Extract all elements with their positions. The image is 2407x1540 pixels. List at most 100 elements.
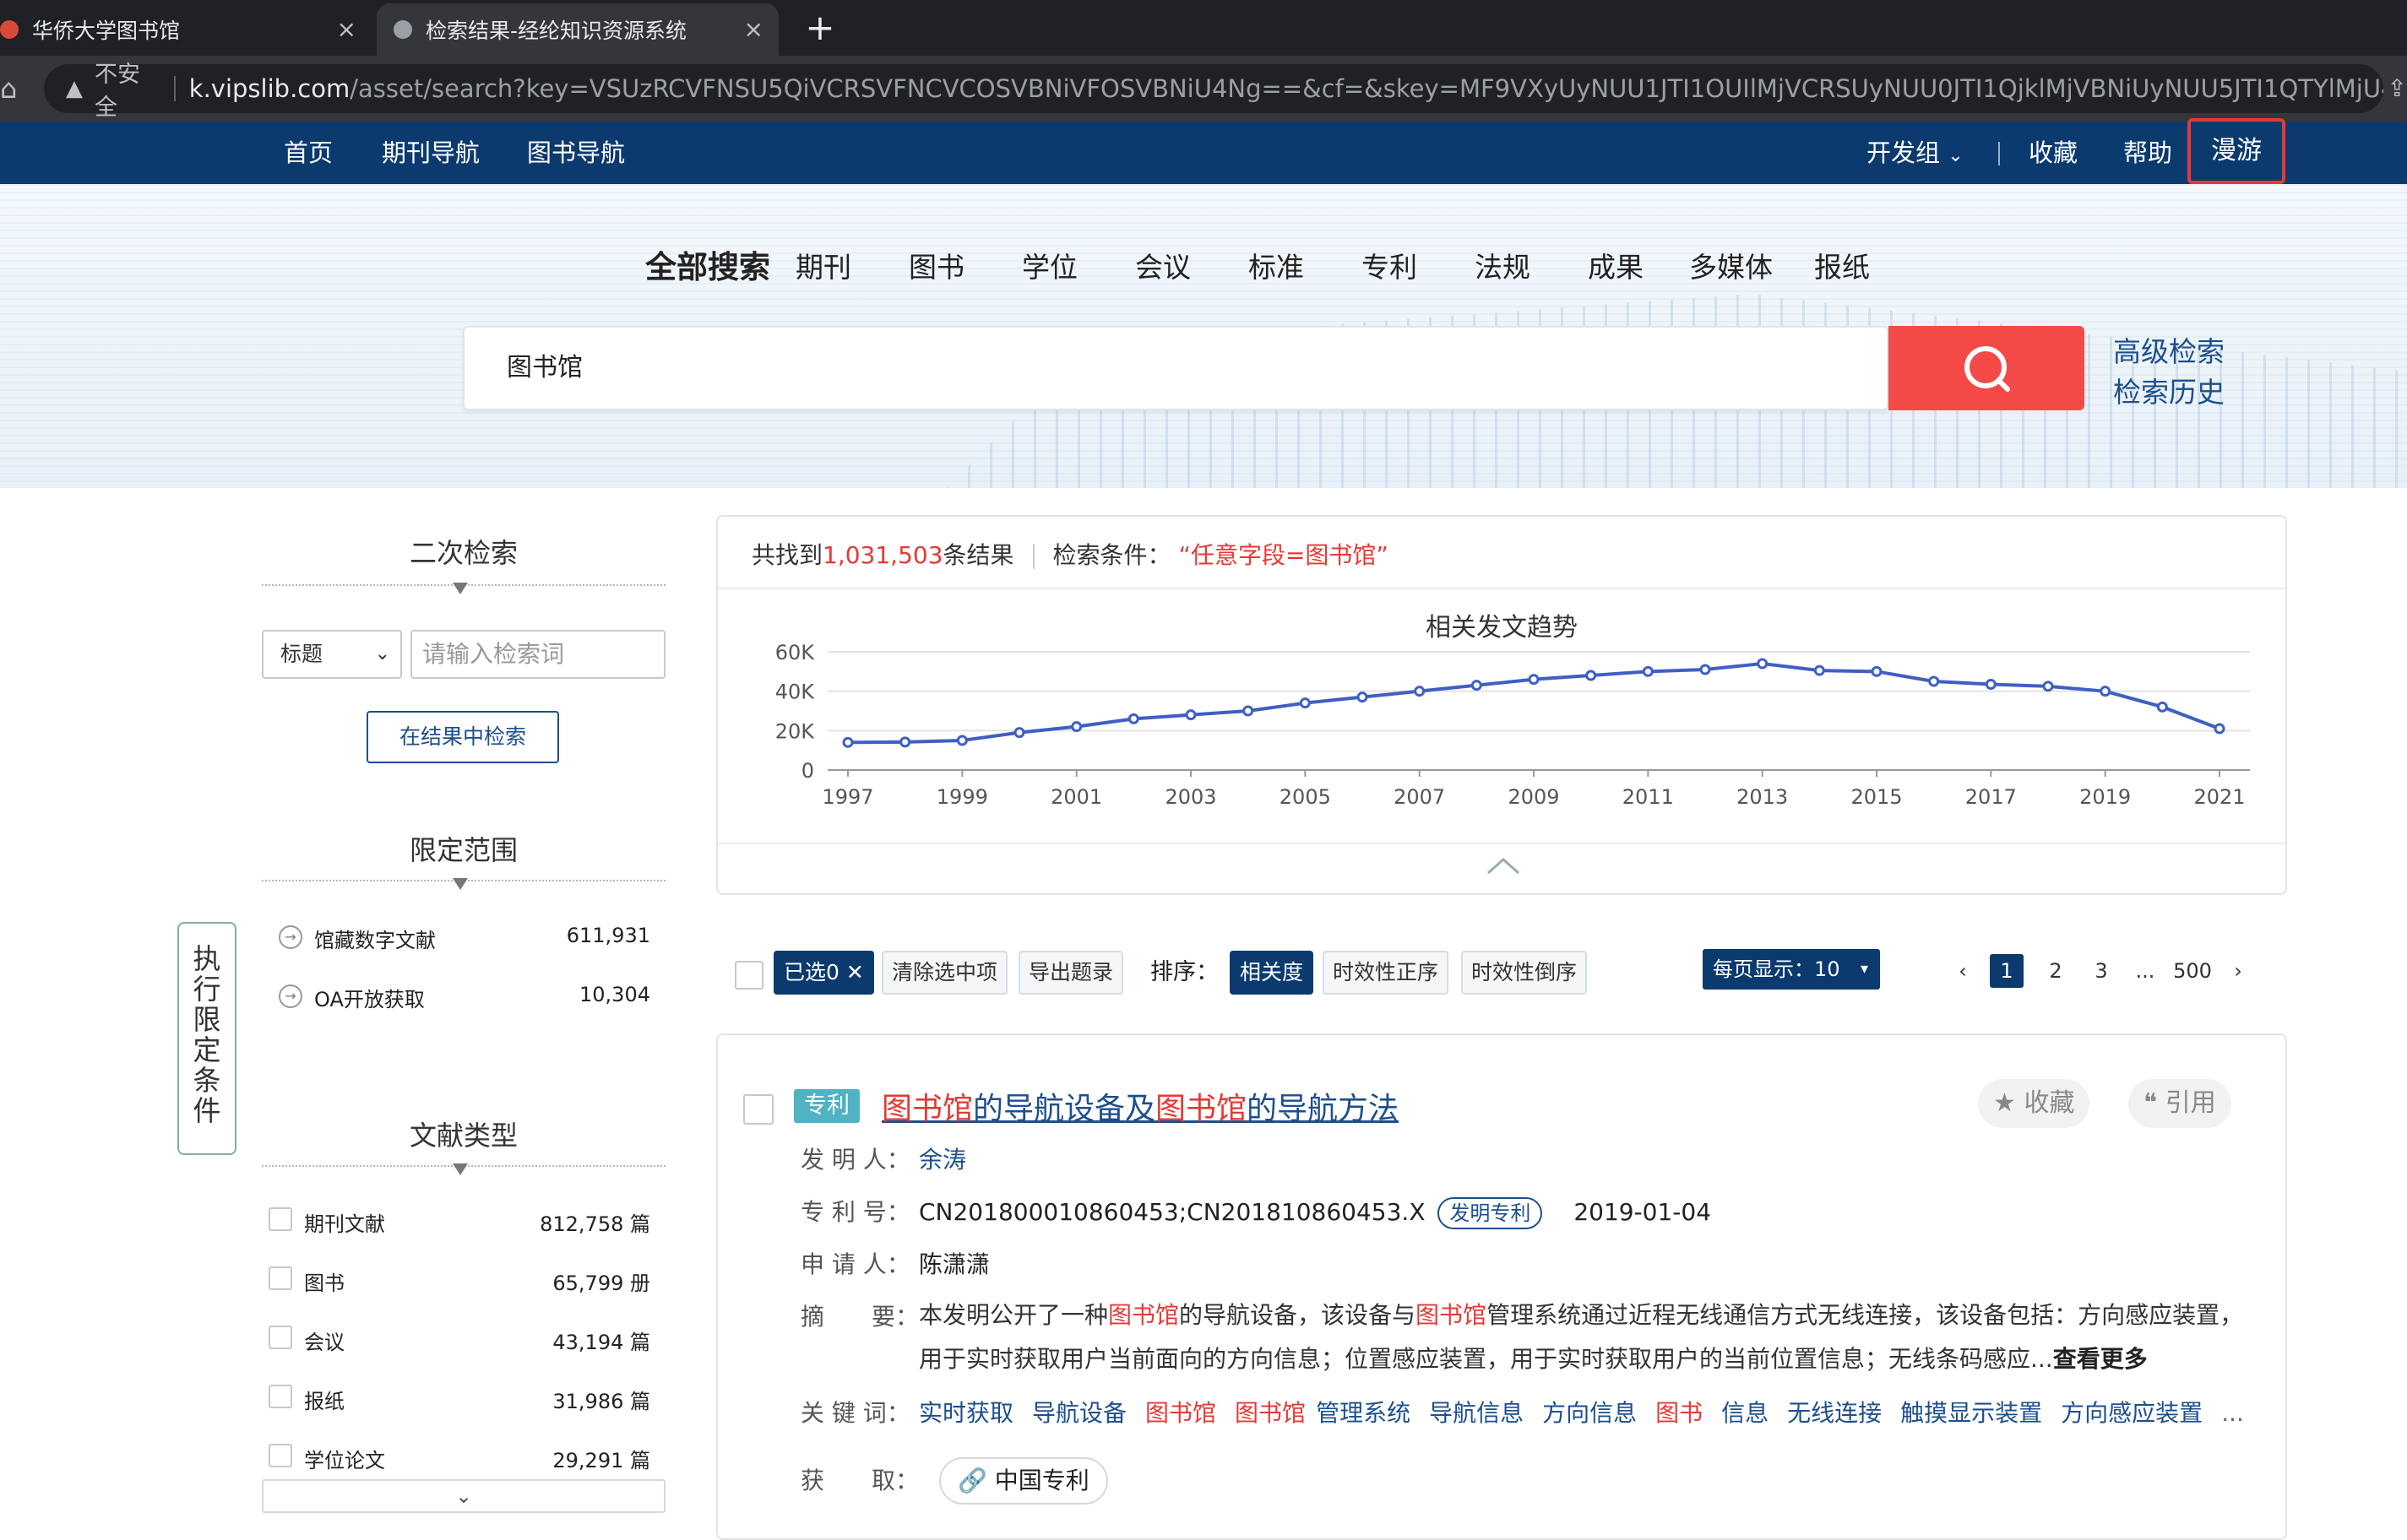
keyword-link[interactable]: 实时获取	[919, 1399, 1013, 1427]
sort-date-desc[interactable]: 时效性倒序	[1461, 951, 1588, 995]
nav-home[interactable]: 首页	[284, 122, 333, 184]
keyword-link[interactable]: 导航信息	[1429, 1399, 1524, 1427]
keyword-link[interactable]: 导航设备	[1032, 1399, 1127, 1427]
next-page[interactable]: ›	[2228, 954, 2248, 988]
keyword-link[interactable]: 信息	[1721, 1399, 1769, 1427]
found-count: 1,031,503	[823, 541, 943, 569]
search-tab-achievement[interactable]: 成果	[1588, 245, 1644, 285]
inventor-link[interactable]: 余涛	[919, 1146, 966, 1174]
search-input[interactable]: 图书馆	[463, 326, 1888, 410]
range-count: 10,304	[579, 983, 650, 1006]
keyword-link[interactable]: 图书馆	[1145, 1399, 1216, 1427]
keyword-link[interactable]: 触摸显示装置	[1900, 1399, 2042, 1427]
cite-button[interactable]: ❝ 引用	[2128, 1079, 2231, 1128]
keyword-link[interactable]: 方向感应装置	[2061, 1399, 2203, 1427]
page-1[interactable]: 1	[1990, 954, 2024, 988]
search-history-link[interactable]: 检索历史	[2113, 370, 2225, 410]
nav-roam[interactable]: 漫游	[2187, 118, 2285, 184]
search-button[interactable]	[1888, 326, 2084, 410]
search-query[interactable]: 图书馆	[507, 328, 583, 409]
search-tab-all[interactable]: 全部搜索	[645, 241, 770, 287]
search-tab-degree[interactable]: 学位	[1022, 245, 1078, 285]
keyword-link[interactable]: 无线连接	[1787, 1399, 1882, 1427]
nav-help[interactable]: 帮助	[2123, 122, 2172, 184]
type-item-newspaper[interactable]: 报纸 31,986 篇	[269, 1381, 650, 1415]
divider	[718, 588, 2285, 589]
link-icon: 🔗	[958, 1467, 987, 1494]
insecure-label[interactable]: 不安全	[95, 56, 160, 122]
range-item-oa[interactable]: → OA开放获取 10,304	[279, 979, 650, 1013]
type-item-book[interactable]: 图书 65,799 册	[269, 1263, 650, 1297]
obtain-link[interactable]: 🔗 中国专利	[939, 1457, 1108, 1505]
search-tab-conference[interactable]: 会议	[1135, 245, 1191, 285]
type-item-conference[interactable]: 会议 43,194 篇	[269, 1322, 650, 1356]
checkbox[interactable]	[269, 1444, 292, 1467]
checkbox[interactable]	[269, 1326, 292, 1349]
range-item-library[interactable]: → 馆藏数字文献 611,931	[279, 920, 650, 954]
omnibox[interactable]: ▲ 不安全 k.vipslib.com/asset/search?key=VSU…	[44, 62, 2383, 121]
view-more-link[interactable]: 查看更多	[2053, 1345, 2148, 1373]
search-tab-journal[interactable]: 期刊	[796, 245, 851, 285]
abstract-text: 本发明公开了一种图书馆的导航设备，该设备与图书馆管理系统通过近程无线通信方式无线…	[919, 1293, 2253, 1381]
sort-date-asc[interactable]: 时效性正序	[1323, 951, 1449, 995]
keyword-link[interactable]: 方向信息	[1542, 1399, 1637, 1427]
favorite-button[interactable]: ★ 收藏	[1978, 1079, 2090, 1128]
selected-count-button[interactable]: 已选0 ✕	[774, 951, 874, 995]
result-title[interactable]: 图书馆的导航设备及图书馆的导航方法	[882, 1084, 1399, 1128]
nav-journal[interactable]: 期刊导航	[382, 122, 480, 184]
prev-page[interactable]: ‹	[1953, 954, 1973, 988]
page-2[interactable]: 2	[2040, 954, 2071, 988]
search-tab-law[interactable]: 法规	[1475, 245, 1530, 285]
new-tab-button[interactable]: +	[799, 7, 841, 49]
export-button[interactable]: 导出题录	[1019, 951, 1124, 995]
x-tick-label: 1999	[937, 785, 988, 809]
keyword-link[interactable]: 图书馆	[1235, 1399, 1306, 1427]
search-tab-patent[interactable]: 专利	[1361, 245, 1417, 285]
close-icon[interactable]: ×	[744, 15, 763, 43]
nav-books[interactable]: 图书导航	[527, 122, 625, 184]
type-item-journal[interactable]: 期刊文献 812,758 篇	[269, 1204, 650, 1238]
search-in-results-button[interactable]: 在结果中检索	[367, 711, 559, 763]
search-tab-multimedia[interactable]: 多媒体	[1689, 245, 1773, 285]
page-3[interactable]: 3	[2086, 954, 2116, 988]
patent-type-badge[interactable]: 发明专利	[1437, 1197, 1543, 1229]
nav-favorites[interactable]: 收藏	[2029, 122, 2078, 184]
result-checkbox[interactable]	[743, 1094, 774, 1125]
search-tab-newspaper[interactable]: 报纸	[1814, 245, 1870, 285]
close-icon[interactable]: ×	[337, 15, 356, 43]
chevron-up-icon[interactable]	[1485, 853, 1522, 878]
nav-dev-group[interactable]: 开发组 ⌄	[1866, 122, 1964, 184]
select-all-checkbox[interactable]	[735, 961, 763, 990]
warning-icon[interactable]: ▲	[66, 76, 83, 101]
data-point	[956, 735, 968, 746]
selected-count: 已选0	[784, 960, 839, 984]
home-icon[interactable]: ⌂	[0, 74, 25, 103]
title-part: 图书馆	[1155, 1092, 1247, 1126]
checkbox[interactable]	[269, 1385, 292, 1408]
field-select[interactable]: 标题 ⌄	[262, 630, 402, 679]
per-page-select[interactable]: 每页显示：10 ▾	[1703, 949, 1880, 990]
data-point	[2214, 723, 2225, 735]
keyword-link[interactable]: 图书	[1655, 1399, 1703, 1427]
expand-types-button[interactable]: ⌄	[262, 1479, 666, 1513]
secondary-search-input[interactable]: 请输入检索词	[410, 630, 666, 679]
tab-search-results[interactable]: 检索结果-经纶知识资源系统 ×	[377, 3, 779, 56]
range-label: OA开放获取	[314, 988, 425, 1011]
search-tab-book[interactable]: 图书	[909, 245, 964, 285]
exec-filter-char: 定	[193, 1033, 221, 1066]
sort-relevance[interactable]: 相关度	[1230, 951, 1314, 995]
share-icon[interactable]: ⇪	[2388, 74, 2407, 102]
inventor-label: 发 明 人：	[801, 1146, 910, 1174]
execute-filter-button[interactable]: 执 行 限 定 条 件	[177, 922, 236, 1155]
page-500[interactable]: 500	[2169, 954, 2216, 988]
checkbox[interactable]	[269, 1266, 292, 1290]
clear-selection-button[interactable]: 清除选中项	[882, 951, 1008, 995]
keyword-link[interactable]: 管理系统	[1316, 1399, 1410, 1427]
url-text[interactable]: k.vipslib.com/asset/search?key=VSUzRCVFN…	[189, 74, 2383, 103]
obtain-label: 获 取：	[801, 1467, 920, 1494]
search-tab-standard[interactable]: 标准	[1248, 245, 1304, 285]
advanced-search-link[interactable]: 高级检索	[2113, 329, 2225, 370]
tab-library[interactable]: 华侨大学图书馆 ×	[0, 3, 372, 56]
type-item-thesis[interactable]: 学位论文 29,291 篇	[269, 1440, 650, 1474]
checkbox[interactable]	[269, 1207, 292, 1231]
